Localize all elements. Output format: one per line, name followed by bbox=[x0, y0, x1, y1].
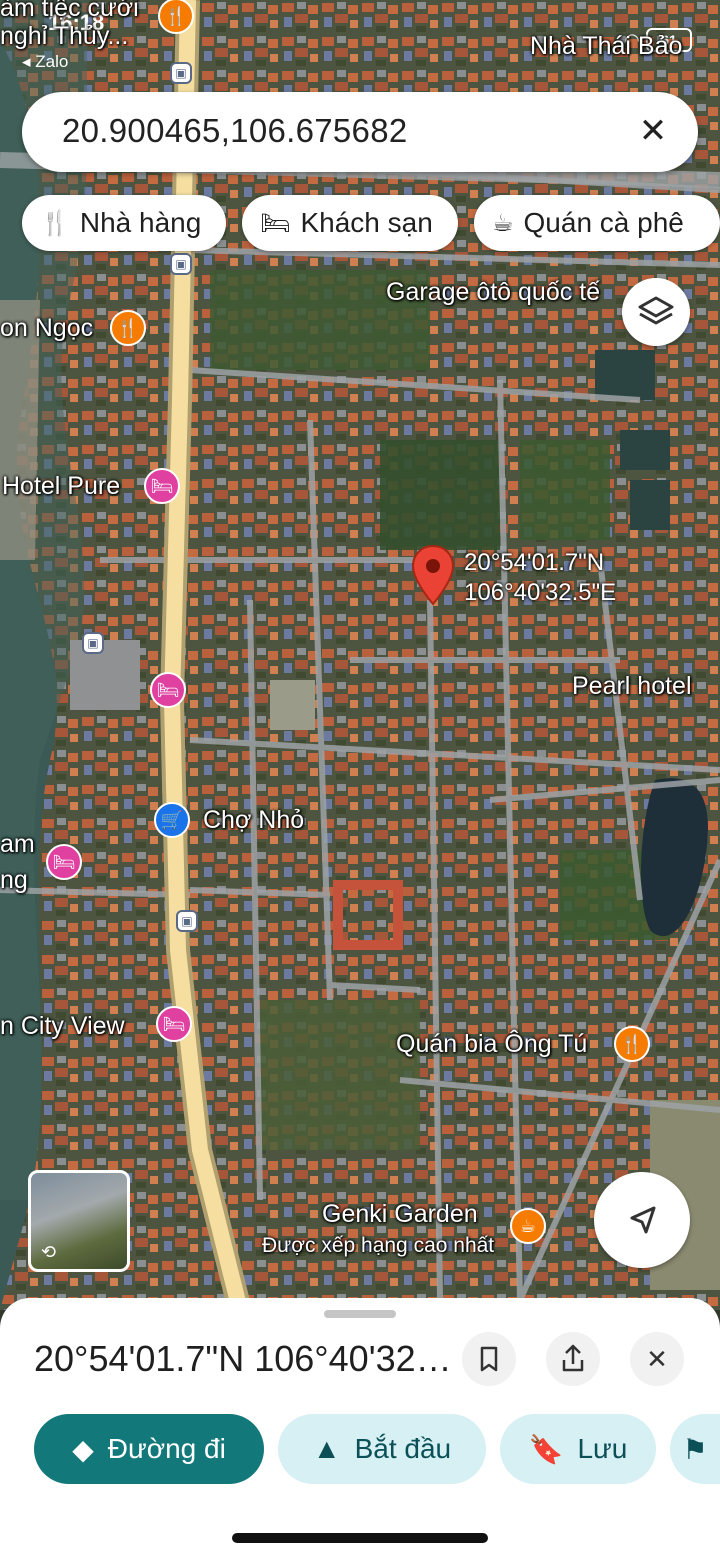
more-actions-button[interactable]: ⚑ bbox=[670, 1414, 720, 1484]
drag-handle[interactable] bbox=[324, 1310, 396, 1318]
rotate-360-icon: ⟲ bbox=[41, 1242, 57, 1262]
start-label: Bắt đầu bbox=[354, 1433, 452, 1464]
bus-stop-icon[interactable]: ▣ bbox=[176, 910, 198, 932]
navigation-icon: ▲ bbox=[312, 1433, 341, 1464]
coffee-icon[interactable]: ☕ bbox=[510, 1208, 546, 1244]
layers-button[interactable] bbox=[622, 278, 690, 346]
place-label[interactable]: am bbox=[0, 830, 35, 859]
action-row: ◆ Đường đi ▲ Bắt đầu 🔖 Lưu ⚑ bbox=[0, 1414, 720, 1484]
chip-label: Quán cà phê bbox=[523, 207, 684, 238]
directions-icon: ◆ bbox=[72, 1433, 94, 1465]
dropped-pin-icon[interactable] bbox=[410, 544, 456, 608]
save-icon-button[interactable] bbox=[462, 1332, 516, 1386]
place-title: 20°54'01.7"N 106°40'32.5"E bbox=[34, 1338, 452, 1379]
bus-stop-icon[interactable]: ▣ bbox=[170, 253, 192, 275]
category-chips: 🍴 Nhà hàng 🛏 Khách sạn ☕ Quán cà phê bbox=[22, 195, 720, 251]
place-label[interactable]: nghỉ Thủy... bbox=[0, 22, 128, 51]
hotel-icon[interactable]: 🛏 bbox=[150, 672, 186, 708]
place-label[interactable]: Pearl hotel bbox=[572, 672, 692, 701]
search-input[interactable]: 20.900465,106.675682 bbox=[62, 112, 408, 150]
restaurant-icon: 🍴 bbox=[40, 209, 70, 237]
hotel-icon: 🛏 bbox=[260, 209, 291, 237]
my-location-button[interactable] bbox=[594, 1172, 690, 1268]
place-label[interactable]: Quán bia Ông Tú bbox=[396, 1030, 587, 1059]
pin-coordinates-label: 20°54'01.7"N 106°40'32.5"E bbox=[464, 548, 616, 608]
place-label[interactable]: Garage ôtô quốc tế bbox=[386, 278, 600, 307]
coffee-icon: ☕ bbox=[492, 209, 514, 237]
hotel-icon[interactable]: 🛏 bbox=[144, 468, 180, 504]
share-icon bbox=[562, 1344, 584, 1372]
start-button[interactable]: ▲ Bắt đầu bbox=[278, 1414, 486, 1484]
back-to-app[interactable]: ◂ Zalo bbox=[22, 52, 68, 72]
chip-label: Khách sạn bbox=[300, 207, 433, 238]
layers-icon bbox=[638, 296, 674, 325]
place-label[interactable]: n City View bbox=[0, 1012, 125, 1041]
place-label[interactable]: ng bbox=[0, 866, 28, 895]
close-icon[interactable]: ✕ bbox=[630, 108, 676, 154]
chip-restaurants[interactable]: 🍴 Nhà hàng bbox=[22, 195, 226, 251]
home-indicator[interactable] bbox=[232, 1533, 488, 1543]
place-label[interactable]: Nhà Thái Bảo bbox=[530, 32, 682, 61]
search-bar[interactable]: 20.900465,106.675682 ✕ bbox=[22, 92, 698, 172]
navigation-arrow-icon bbox=[630, 1206, 656, 1234]
bookmark-icon: 🔖 bbox=[528, 1433, 564, 1465]
map-view[interactable]: 16:18 ◂ Zalo ◠ 61 àm tiệc cưới nghỉ Thủy… bbox=[0, 0, 720, 1310]
close-sheet-button[interactable]: ✕ bbox=[630, 1332, 684, 1386]
close-icon: ✕ bbox=[646, 1344, 668, 1374]
shopping-cart-icon[interactable]: 🛒 bbox=[154, 802, 190, 838]
bus-stop-icon[interactable]: ▣ bbox=[170, 62, 192, 84]
share-button[interactable] bbox=[546, 1332, 600, 1386]
place-label[interactable]: àm tiệc cưới bbox=[0, 0, 139, 23]
place-sublabel: Được xếp hạng cao nhất bbox=[262, 1234, 495, 1257]
place-label[interactable]: Chợ Nhỏ bbox=[203, 806, 304, 835]
bus-stop-icon[interactable]: ▣ bbox=[82, 632, 104, 654]
restaurant-icon[interactable]: 🍴 bbox=[110, 310, 146, 346]
hotel-icon[interactable]: 🛏 bbox=[46, 844, 82, 880]
chip-label: Nhà hàng bbox=[79, 207, 202, 238]
street-view-thumbnail[interactable]: ⟲ bbox=[28, 1170, 130, 1272]
bookmark-icon bbox=[480, 1346, 498, 1372]
flag-icon: ⚑ bbox=[682, 1433, 708, 1465]
chip-cafes[interactable]: ☕ Quán cà phê bbox=[474, 195, 720, 251]
hotel-icon[interactable]: 🛏 bbox=[156, 1006, 192, 1042]
directions-button[interactable]: ◆ Đường đi bbox=[34, 1414, 264, 1484]
restaurant-icon[interactable]: 🍴 bbox=[614, 1026, 650, 1062]
save-label: Lưu bbox=[577, 1433, 628, 1464]
directions-label: Đường đi bbox=[107, 1433, 226, 1464]
place-label[interactable]: on Ngọc bbox=[0, 314, 93, 343]
place-bottom-sheet[interactable]: 20°54'01.7"N 106°40'32.5"E ✕ ◆ Đường đi … bbox=[0, 1298, 720, 1557]
pin-latitude: 20°54'01.7"N bbox=[464, 549, 605, 576]
place-label[interactable]: Hotel Pure bbox=[2, 472, 120, 501]
chip-hotels[interactable]: 🛏 Khách sạn bbox=[242, 195, 458, 251]
pin-longitude: 106°40'32.5"E bbox=[464, 579, 617, 606]
save-button[interactable]: 🔖 Lưu bbox=[500, 1414, 656, 1484]
place-label[interactable]: Genki Garden bbox=[322, 1200, 478, 1229]
